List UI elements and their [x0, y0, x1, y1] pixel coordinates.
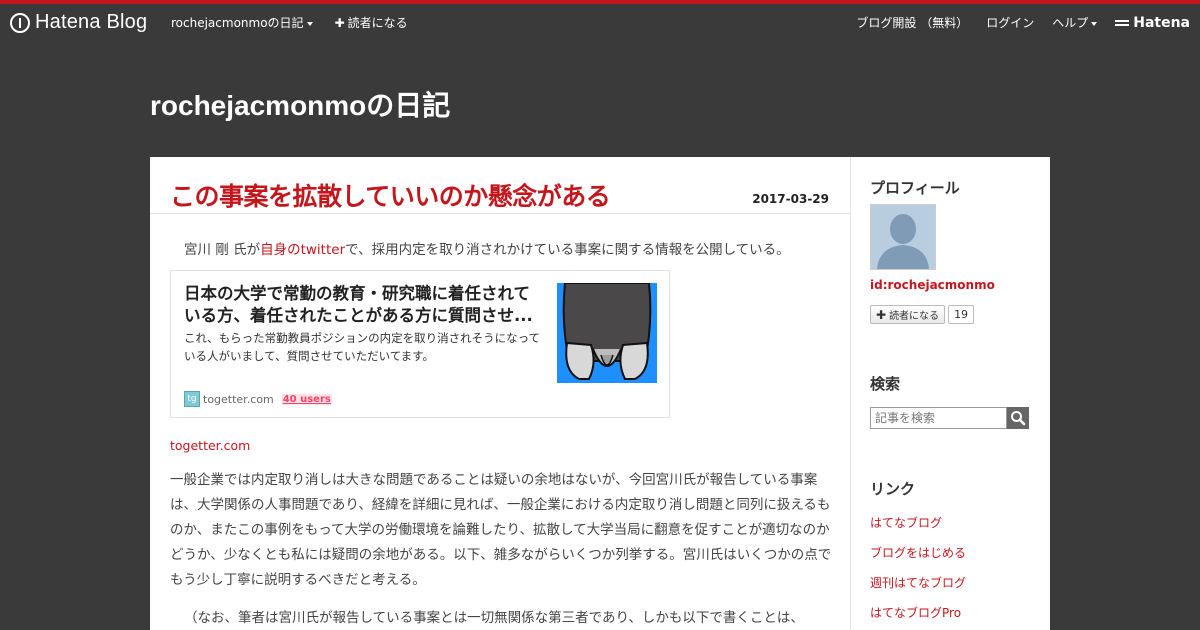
entry-header-divider — [150, 213, 850, 214]
blog-menu-label: rochejacmonmoの日記 — [171, 16, 304, 30]
sidebar-link-weekly-hatena[interactable]: 週刊はてなブログ — [870, 574, 966, 591]
entry-title[interactable]: この事案を拡散していいのか懸念がある — [170, 177, 611, 213]
blog-title[interactable]: rochejacmonmoの日記 — [150, 84, 450, 124]
embed-card-description: これ、もらった常勤教員ポジションの内定を取り消されそうになっている人がいまして、… — [184, 331, 541, 363]
subscriber-count[interactable]: 19 — [948, 305, 975, 324]
entry-intro: 宮川 剛 氏が自身のtwitterで、採用内定を取り消されかけている事案に関する… — [184, 238, 790, 258]
open-blog-link[interactable]: ブログ開設 （無料） — [856, 14, 968, 31]
subscribe-button[interactable]: ✚ 読者になる — [870, 305, 946, 324]
subscribe-header-button[interactable]: ✚ 読者になる — [335, 14, 408, 31]
subscribe-button-label: 読者になる — [889, 311, 940, 322]
bookmark-users-badge[interactable]: 40 users — [281, 393, 332, 405]
profile-id-link[interactable]: id:rochejacmonmo — [870, 278, 995, 292]
chevron-down-icon — [306, 21, 313, 26]
sidebar: プロフィール id:rochejacmonmo ✚読者になる 19 検索 リンク… — [850, 157, 1050, 630]
login-link[interactable]: ログイン — [986, 14, 1034, 31]
chevron-down-icon — [1091, 21, 1098, 26]
source-link[interactable]: togetter.com — [170, 438, 250, 453]
subscribe-header-label: 読者になる — [347, 16, 408, 30]
main-content: この事案を拡散していいのか懸念がある 2017-03-29 宮川 剛 氏が自身の… — [150, 157, 850, 630]
twitter-link[interactable]: 自身のtwitter — [260, 242, 345, 258]
entry-paragraph-1: 一般企業では内定取り消しは大きな問題であることは疑いの余地はないが、今回宮川氏が… — [170, 472, 832, 588]
logo-text: Hatena Blog — [35, 11, 148, 33]
search-button[interactable] — [1007, 407, 1029, 429]
search-icon — [1011, 411, 1026, 426]
links-heading: リンク — [870, 480, 916, 498]
profile-heading: プロフィール — [870, 179, 960, 197]
hatena-blog-logo[interactable]: Hatena Blog — [10, 11, 147, 34]
search-input[interactable] — [870, 407, 1007, 429]
plus-icon: ✚ — [876, 307, 887, 322]
help-dropdown[interactable]: ヘルプ — [1052, 14, 1098, 31]
togetter-favicon-icon: tg — [184, 391, 200, 407]
embed-card-site: togetter.com — [203, 392, 274, 406]
embed-card-title[interactable]: 日本の大学で常勤の教育・研究職に着任されている方、着任されたことがある方に質問さ… — [184, 283, 546, 327]
avatar[interactable] — [870, 204, 936, 270]
sidebar-link-start-blog[interactable]: ブログをはじめる — [870, 544, 966, 561]
subscribe-widget: ✚ 読者になる 19 — [870, 305, 975, 324]
embed-card[interactable]: 日本の大学で常勤の教育・研究職に着任されている方、着任されたことがある方に質問さ… — [170, 270, 670, 418]
hatena-logo-text: Hatena — [1133, 14, 1190, 31]
sidebar-link-hatena-blog[interactable]: はてなブログ — [870, 514, 942, 531]
hatena-logo[interactable]: Hatena — [1115, 15, 1190, 31]
hatena-mark-icon — [1115, 18, 1130, 28]
plus-icon: ✚ — [334, 16, 345, 30]
sidebar-link-hatena-blog-pro[interactable]: はてなブログPro — [870, 604, 961, 621]
intro-text-after: で、採用内定を取り消されかけている事案に関する情報を公開している。 — [345, 242, 790, 258]
help-label: ヘルプ — [1052, 16, 1089, 30]
default-avatar-icon — [871, 205, 935, 269]
blog-menu-dropdown[interactable]: rochejacmonmoの日記 — [171, 14, 313, 31]
embed-card-meta: tg togetter.com 40 users — [184, 391, 332, 407]
intro-text-before: 宮川 剛 氏が — [184, 242, 261, 258]
penguin-thumbnail-image — [557, 283, 657, 383]
embed-card-thumbnail[interactable] — [557, 283, 657, 383]
entry-date[interactable]: 2017-03-29 — [752, 192, 829, 206]
hatena-blog-logo-icon — [10, 12, 30, 33]
global-header: Hatena Blog rochejacmonmoの日記 ✚ 読者になる ブログ開… — [0, 4, 1200, 41]
entry-paragraph-2: （なお、筆者は宮川氏が報告している事案とは一切無関係な第三者であり、しかも以下で… — [184, 610, 804, 626]
search-heading: 検索 — [870, 375, 901, 393]
